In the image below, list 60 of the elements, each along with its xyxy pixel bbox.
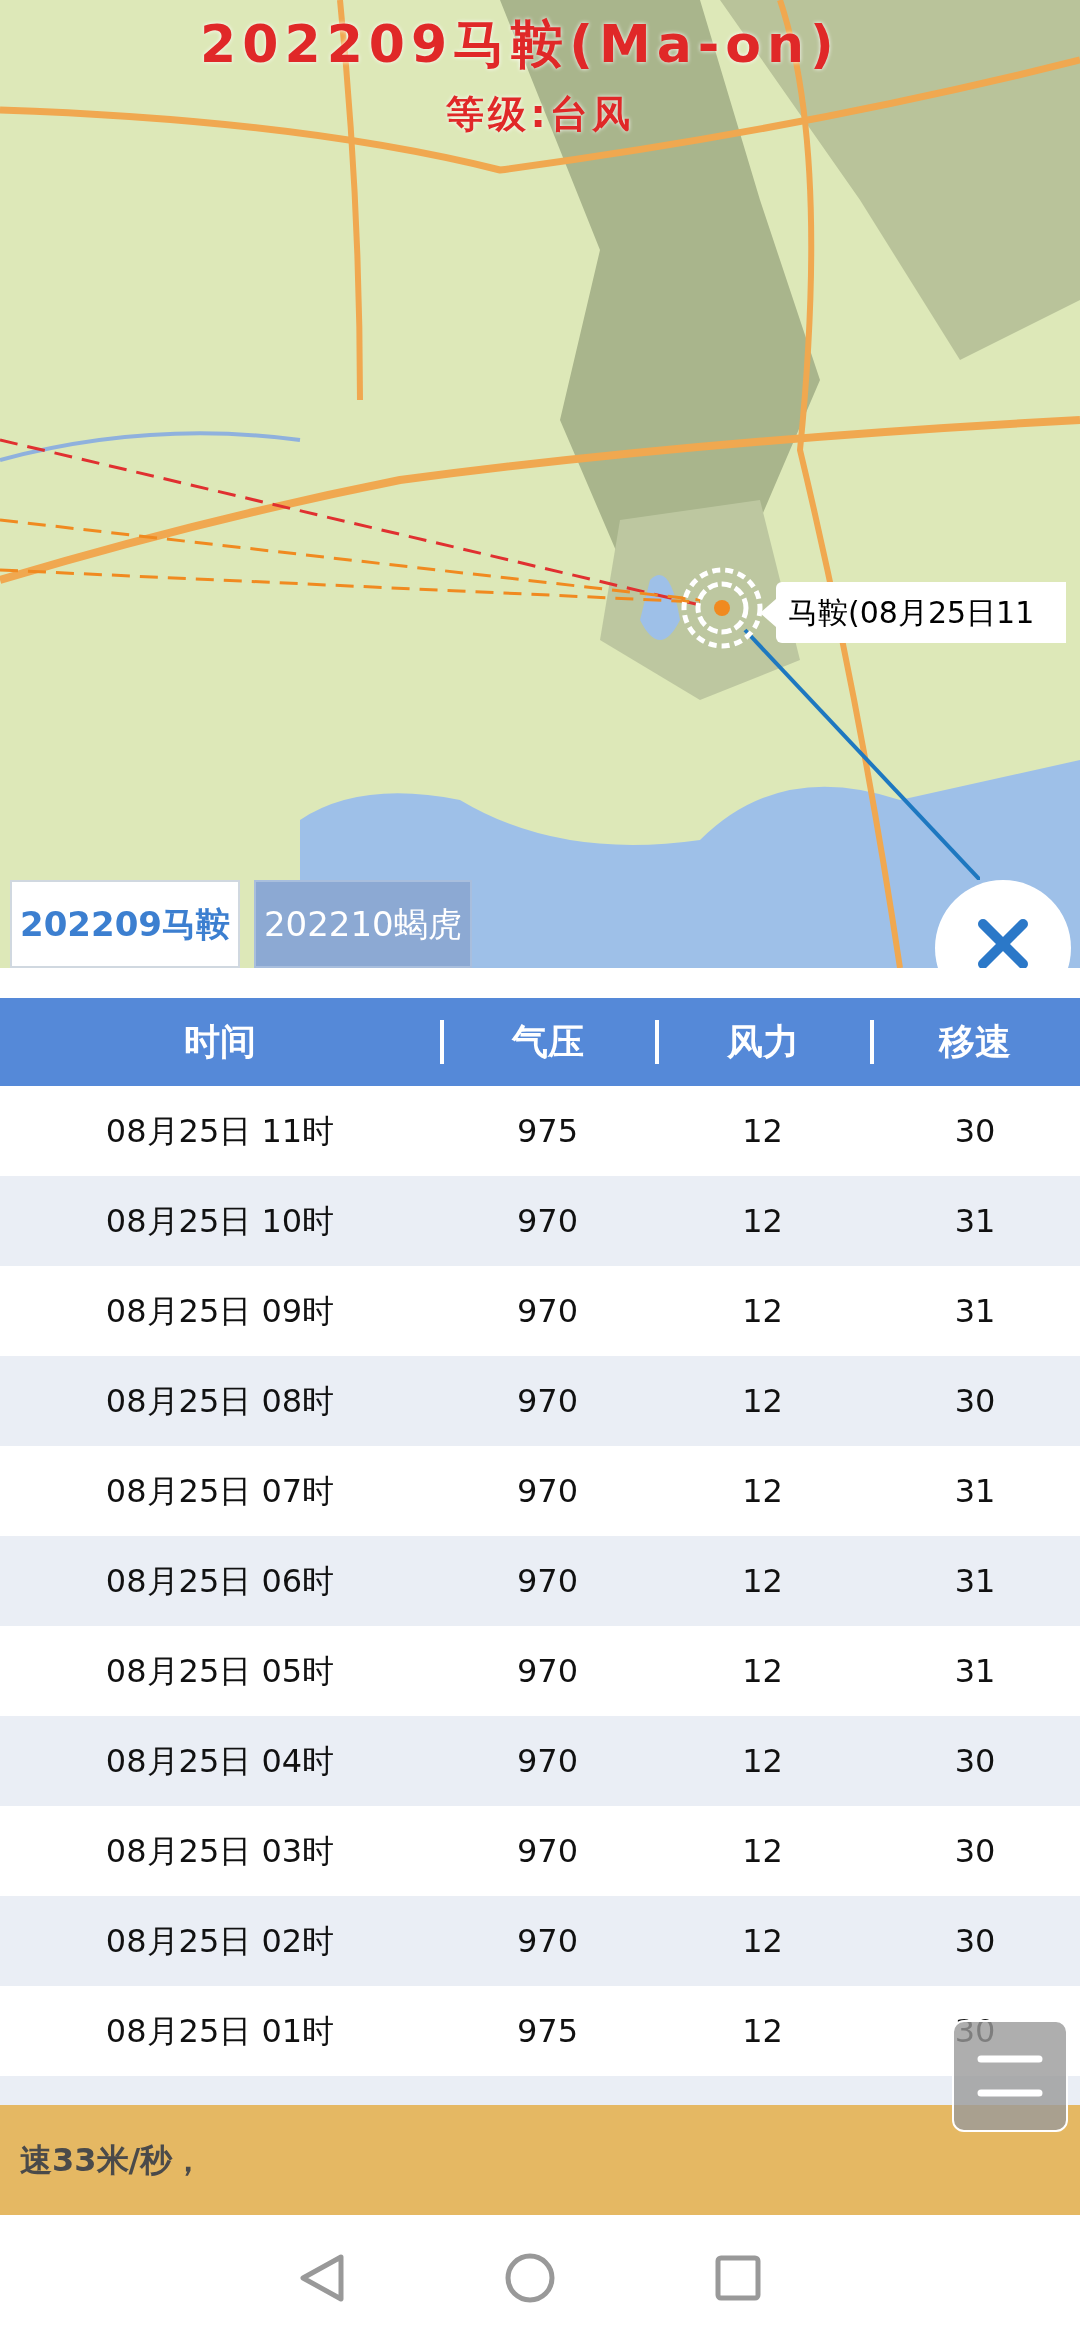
table-cell-text: 08月25日 06时 bbox=[105, 1561, 335, 1602]
table-cell-text: 30 bbox=[954, 1921, 996, 1962]
table-cell-text: 31 bbox=[954, 1561, 996, 1602]
column-header: 时间 bbox=[184, 1020, 256, 1064]
table-cell-text: 31 bbox=[954, 1201, 996, 1242]
table-cell-text: 12 bbox=[742, 1561, 783, 1602]
table-cell-text: 970 bbox=[516, 1561, 579, 1602]
typhoon-tab[interactable]: 202209马鞍 bbox=[10, 880, 240, 968]
table-cell-text: 12 bbox=[742, 1111, 783, 1152]
banner-text: 速33米/秒， bbox=[19, 2140, 205, 2181]
table-cell-text: 970 bbox=[516, 1471, 579, 1512]
typhoon-tab[interactable]: 202210蝎虎 bbox=[253, 880, 472, 968]
table-cell-text: 970 bbox=[516, 1381, 579, 1422]
typhoon-grade: 等级:台风 bbox=[446, 91, 634, 138]
table-cell-text: 975 bbox=[516, 1111, 579, 1152]
column-header: 移速 bbox=[939, 1020, 1011, 1064]
table-cell-text: 12 bbox=[742, 1291, 783, 1332]
back-icon[interactable] bbox=[299, 2252, 345, 2303]
table-cell-text: 31 bbox=[954, 1651, 996, 1692]
table-cell-text: 12 bbox=[742, 1921, 783, 1962]
table-cell-text: 08月25日 04时 bbox=[105, 1741, 335, 1782]
typhoon-icon bbox=[680, 566, 764, 650]
home-icon[interactable] bbox=[505, 2252, 555, 2303]
menu-icon bbox=[977, 2053, 1043, 2099]
column-header: 气压 bbox=[511, 1020, 584, 1064]
menu-button[interactable] bbox=[952, 2020, 1068, 2132]
table-cell-text: 08月25日 05时 bbox=[105, 1651, 335, 1692]
table-cell-text: 12 bbox=[742, 1651, 783, 1692]
table-cell-text: 08月25日 09时 bbox=[105, 1291, 335, 1332]
table-cell-text: 08月25日 11时 bbox=[105, 1111, 335, 1152]
table-cell-text: 08月25日 02时 bbox=[105, 1921, 335, 1962]
table-cell-text: 970 bbox=[516, 1201, 579, 1242]
table-cell-text: 08月25日 10时 bbox=[105, 1201, 335, 1242]
table-cell-text: 30 bbox=[954, 1741, 996, 1782]
table-cell-text: 970 bbox=[516, 1651, 579, 1692]
table-cell-text: 12 bbox=[742, 1741, 783, 1782]
table-cell-text: 12 bbox=[742, 1381, 783, 1422]
typhoon-title: 202209马鞍(Ma-on) bbox=[200, 18, 840, 70]
close-icon bbox=[977, 918, 1029, 968]
table-cell-text: 08月25日 01时 bbox=[105, 2011, 335, 2052]
table-cell-text: 31 bbox=[954, 1291, 996, 1332]
table-cell-text: 30 bbox=[954, 1831, 996, 1872]
recents-icon[interactable] bbox=[715, 2254, 761, 2301]
table-cell-text: 08月25日 03时 bbox=[105, 1831, 335, 1872]
table-cell-text: 12 bbox=[742, 1471, 783, 1512]
table-cell-text: 31 bbox=[954, 1471, 996, 1512]
table-cell-text: 30 bbox=[954, 1111, 996, 1152]
table-cell-text: 970 bbox=[516, 1921, 579, 1962]
typhoon-label: 马鞍(08月25日11 bbox=[776, 582, 1067, 643]
table-cell-text: 970 bbox=[516, 1741, 579, 1782]
table-cell-text: 12 bbox=[742, 2011, 783, 2052]
table-cell-text: 12 bbox=[742, 1831, 783, 1872]
table-cell-text: 12 bbox=[742, 1201, 783, 1242]
table-cell-text: 30 bbox=[954, 1381, 996, 1422]
column-header: 风力 bbox=[726, 1020, 799, 1064]
table-cell-text: 08月25日 08时 bbox=[105, 1381, 335, 1422]
table-cell-text: 975 bbox=[516, 2011, 579, 2052]
table-cell-text: 970 bbox=[516, 1831, 579, 1872]
table-cell-text: 08月25日 07时 bbox=[105, 1471, 335, 1512]
table-cell-text: 970 bbox=[516, 1291, 579, 1332]
